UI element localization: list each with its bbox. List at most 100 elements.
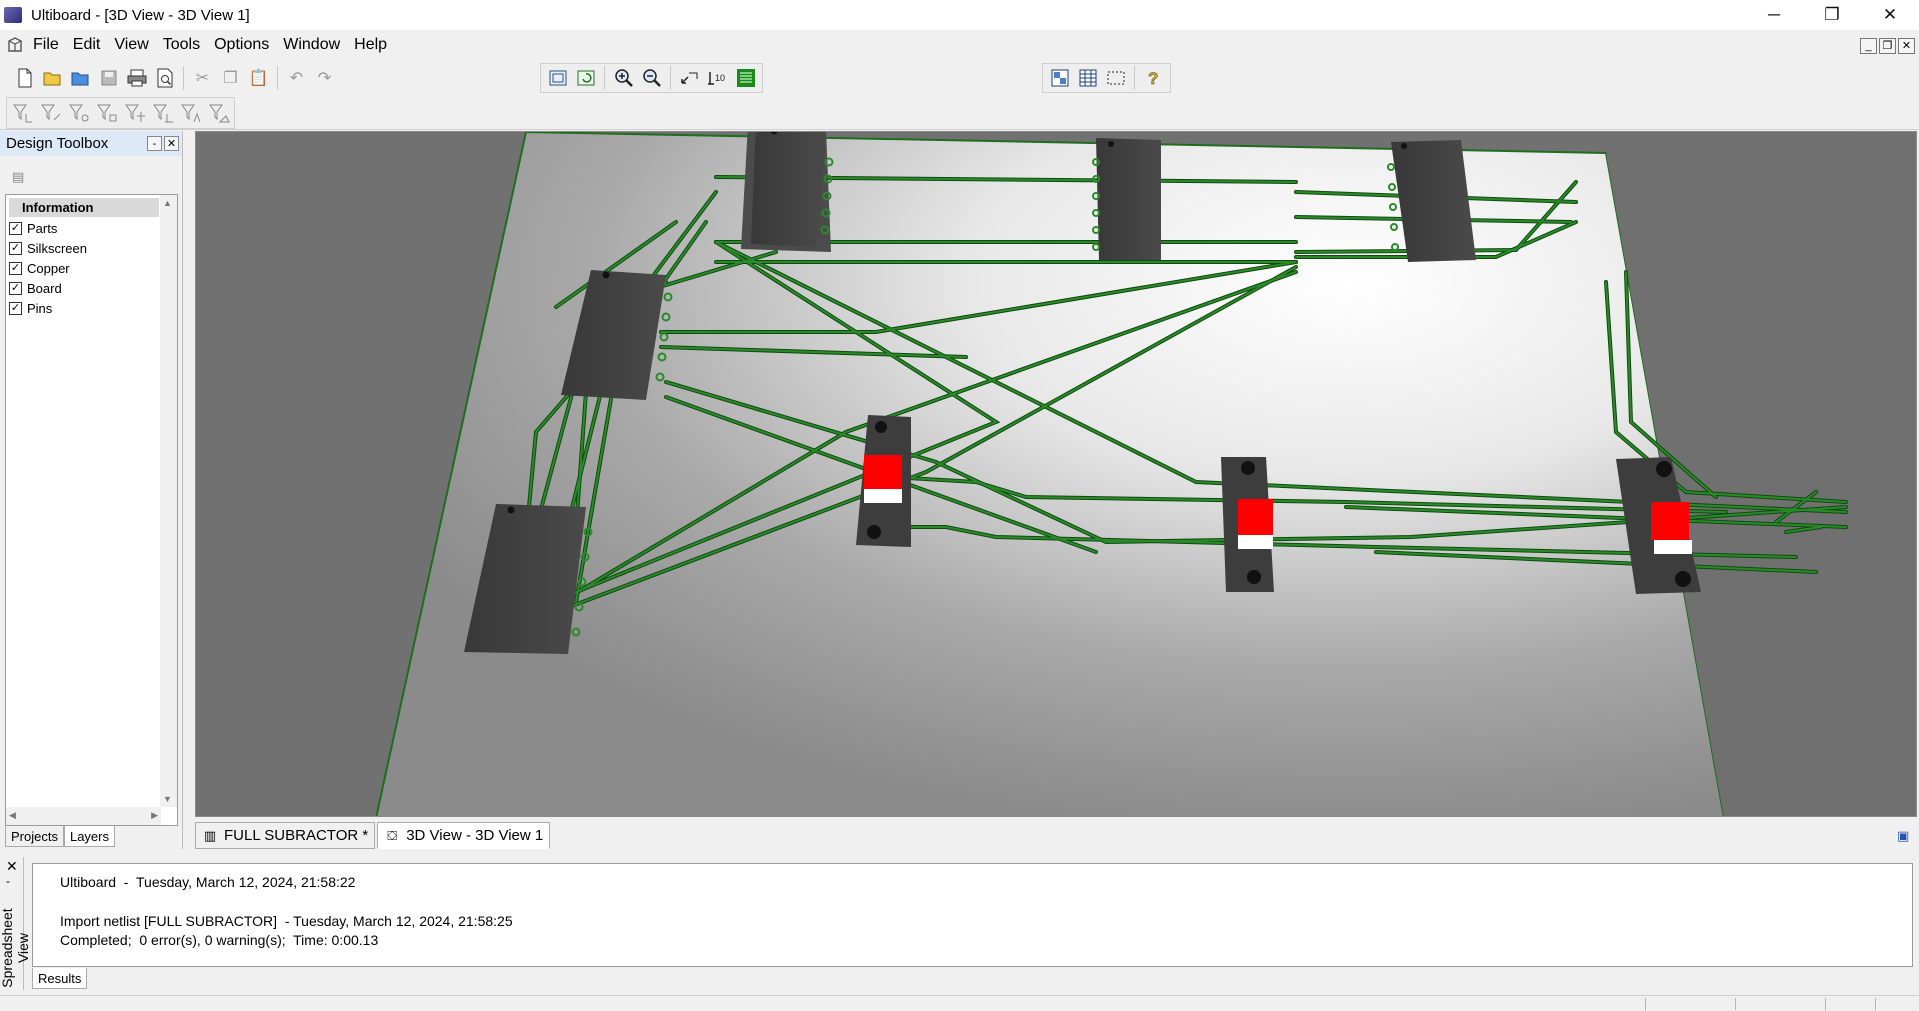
- filter-pads-icon[interactable]: [94, 101, 119, 126]
- design-toolbox-header: Design Toolbox - ✕: [0, 131, 182, 156]
- zoom-in-icon[interactable]: [611, 66, 636, 91]
- open-project-icon[interactable]: [68, 66, 93, 91]
- scroll-down-arrow-icon[interactable]: ▼: [163, 794, 172, 804]
- scroll-left-arrow-icon[interactable]: ◀: [9, 810, 16, 821]
- menu-options[interactable]: Options: [207, 36, 276, 54]
- filter-parts-icon[interactable]: [10, 101, 35, 126]
- tab-results[interactable]: Results: [32, 968, 88, 989]
- ic-chip-u1[interactable]: [741, 132, 834, 252]
- 3d-view-canvas[interactable]: [195, 131, 1917, 817]
- scroll-up-arrow-icon[interactable]: ▲: [163, 198, 172, 208]
- filter-board-icon[interactable]: [150, 101, 175, 126]
- tab-3d-view[interactable]: ⛋ 3D View - 3D View 1: [377, 822, 551, 849]
- toolbar-separator: [670, 66, 671, 90]
- menu-window[interactable]: Window: [276, 36, 347, 54]
- status-divider: [1825, 998, 1826, 1010]
- window-toolbar: ?: [1042, 63, 1171, 93]
- paste-icon[interactable]: 📋: [246, 66, 271, 91]
- spreadsheet-close-button[interactable]: ✕: [6, 858, 18, 875]
- layer-row-copper[interactable]: ✓ Copper: [9, 258, 70, 278]
- filter-copper-icon[interactable]: [122, 101, 147, 126]
- layer-checkbox-parts[interactable]: ✓: [9, 221, 22, 235]
- spreadsheet-view-label: Spreadsheet View: [0, 908, 31, 988]
- document-restore-button[interactable]: ❐: [1879, 38, 1896, 54]
- tab-projects[interactable]: Projects: [5, 826, 64, 847]
- layer-row-pins[interactable]: ✓ Pins: [9, 298, 52, 318]
- toolbox-tabs: Projects Layers: [5, 826, 115, 847]
- open-file-icon[interactable]: [40, 66, 65, 91]
- ultiboard-app-icon: [4, 7, 22, 23]
- restore-button[interactable]: ❐: [1803, 0, 1861, 30]
- menu-help[interactable]: Help: [347, 36, 394, 54]
- spreadsheet-pin-icon[interactable]: -: [6, 874, 10, 888]
- scroll-right-arrow-icon[interactable]: ▶: [151, 810, 158, 821]
- document-minimize-button[interactable]: _: [1860, 38, 1877, 54]
- window-title: Ultiboard - [3D View - 3D View 1]: [31, 6, 250, 24]
- layer-checkbox-pins[interactable]: ✓: [9, 301, 22, 315]
- title-bar: Ultiboard - [3D View - 3D View 1] ─ ❐ ✕: [0, 0, 1919, 30]
- toolbox-close-button[interactable]: ✕: [164, 136, 179, 151]
- cut-icon[interactable]: ✂: [190, 66, 215, 91]
- minimize-button[interactable]: ─: [1745, 0, 1803, 30]
- vertical-scrollbar[interactable]: ▲ ▼: [160, 195, 177, 807]
- layer-checkbox-copper[interactable]: ✓: [9, 261, 22, 275]
- menu-tools[interactable]: Tools: [156, 36, 207, 54]
- filter-vias-icon[interactable]: [66, 101, 91, 126]
- menu-bar: File Edit View Tools Options Window Help…: [0, 30, 1919, 60]
- layer-label: Parts: [27, 220, 58, 236]
- menu-file[interactable]: File: [26, 36, 66, 54]
- toolbar-separator: [277, 66, 278, 90]
- log-line: Import netlist [FULL SUBRACTOR] - Tuesda…: [60, 913, 513, 929]
- results-log: Ultiboard - Tuesday, March 12, 2024, 21:…: [32, 863, 1913, 967]
- status-divider: [1645, 998, 1646, 1010]
- redo-icon[interactable]: ↷: [312, 66, 337, 91]
- document-system-menu-icon[interactable]: [4, 34, 26, 56]
- toolbar-separator: [604, 66, 605, 90]
- toolbar-separator: [1134, 66, 1135, 90]
- zoom-out-icon[interactable]: [639, 66, 664, 91]
- save-icon[interactable]: [96, 66, 121, 91]
- ic-chip-u2[interactable]: [1092, 138, 1161, 260]
- layers-stack-icon[interactable]: [733, 66, 758, 91]
- toolbar-separator: [183, 66, 184, 90]
- design-toolbox-toggle-icon[interactable]: [1047, 66, 1072, 91]
- switch-s2[interactable]: [1221, 457, 1274, 592]
- log-line: Ultiboard - Tuesday, March 12, 2024, 21:…: [60, 874, 356, 890]
- help-icon[interactable]: ?: [1141, 66, 1166, 91]
- layer-row-silkscreen[interactable]: ✓ Silkscreen: [9, 238, 87, 258]
- layer-checkbox-silkscreen[interactable]: ✓: [9, 241, 22, 255]
- filter-traces-icon[interactable]: [38, 101, 63, 126]
- zoom-full-icon[interactable]: 10: [705, 66, 730, 91]
- tab-layers[interactable]: Layers: [63, 826, 115, 847]
- layer-properties-icon[interactable]: ▤: [12, 169, 28, 185]
- copy-icon[interactable]: ❐: [218, 66, 243, 91]
- layer-group-information[interactable]: Information: [9, 198, 159, 217]
- window-list-icon[interactable]: ▣: [1897, 828, 1913, 844]
- toggle-full-screen-icon[interactable]: [545, 66, 570, 91]
- filter-shapes-icon[interactable]: [206, 101, 231, 126]
- new-file-icon[interactable]: [12, 66, 37, 91]
- tab-label: 3D View - 3D View 1: [406, 827, 544, 844]
- menu-view[interactable]: View: [107, 36, 155, 54]
- menu-edit[interactable]: Edit: [66, 36, 108, 54]
- design-toolbox: Design Toolbox - ✕ ▤ Information ✓ Parts…: [0, 131, 183, 849]
- zoom-window-icon[interactable]: [677, 66, 702, 91]
- redraw-screen-icon[interactable]: [573, 66, 598, 91]
- spreadsheet-view-toggle-icon[interactable]: [1075, 66, 1100, 91]
- horizontal-scrollbar[interactable]: ◀ ▶: [6, 807, 161, 825]
- print-preview-icon[interactable]: [152, 66, 177, 91]
- tab-full-subractor[interactable]: ▥ FULL SUBRACTOR *: [195, 822, 376, 849]
- layer-row-board[interactable]: ✓ Board: [9, 278, 62, 298]
- selection-rectangle-icon[interactable]: [1103, 66, 1128, 91]
- toolbox-pin-button[interactable]: -: [147, 136, 162, 151]
- view-toolbar: 10: [540, 63, 763, 93]
- close-button[interactable]: ✕: [1861, 0, 1919, 30]
- layer-row-parts[interactable]: ✓ Parts: [9, 218, 57, 238]
- filter-text-icon[interactable]: [178, 101, 203, 126]
- undo-icon[interactable]: ↶: [284, 66, 309, 91]
- document-close-button[interactable]: ✕: [1898, 38, 1915, 54]
- print-icon[interactable]: [124, 66, 149, 91]
- layer-checkbox-board[interactable]: ✓: [9, 281, 22, 295]
- standard-toolbar: ✂ ❐ 📋 ↶ ↷: [12, 63, 337, 93]
- svg-text:?: ?: [1148, 69, 1158, 88]
